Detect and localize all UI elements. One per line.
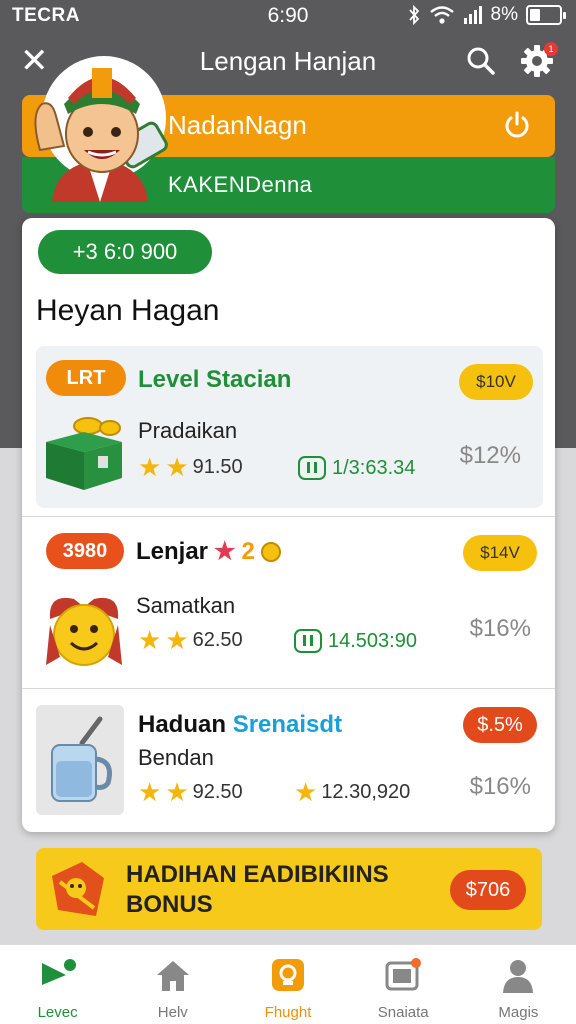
- battery-percent: 8%: [490, 4, 518, 25]
- tab-magis[interactable]: Magis: [461, 945, 576, 1024]
- meta-value: 12.30,920: [321, 780, 411, 803]
- bonus-line2: BONUS: [126, 891, 213, 918]
- meta-value: 14.503:90: [328, 629, 417, 652]
- mug-icon: [51, 716, 112, 802]
- bonus-banner[interactable]: HADIHAN EADIBIKIINS BONUS $706: [36, 848, 542, 930]
- signal-icon: [463, 6, 482, 24]
- rating-value: 62.50: [192, 628, 243, 651]
- settings-button[interactable]: 1: [518, 42, 558, 80]
- star-icon: ★: [165, 777, 189, 807]
- item-meta: 1/3:63.34: [298, 456, 415, 480]
- item-title-accent: Srenaisdt: [232, 711, 343, 738]
- tab-helv[interactable]: Helv: [115, 945, 230, 1024]
- coin-icon: [260, 541, 281, 562]
- profile-icon: [503, 960, 534, 993]
- item-meta: ★ 12.30,920: [294, 779, 410, 805]
- notification-dot: 1: [544, 42, 558, 56]
- bonus-text: HADIHAN EADIBIKIINS BONUS: [126, 860, 389, 920]
- banner-bottom-text: KAKENDenna: [168, 172, 313, 197]
- home-icon: [156, 961, 189, 991]
- bluetooth-icon: [408, 5, 419, 25]
- item-title: Haduan Srenaisdt: [138, 711, 342, 739]
- item-title-suffix: 2: [241, 537, 255, 565]
- item-rating: ★ ★ 62.50: [138, 627, 243, 653]
- star-icon: ★: [165, 452, 189, 482]
- tab-snaiata[interactable]: Snaiata: [346, 945, 461, 1024]
- item-rating: ★ ★ 92.50: [138, 779, 243, 805]
- item-percent: $16%: [469, 615, 531, 642]
- tab-label: Magis: [498, 1004, 539, 1021]
- rating-value: 91.50: [192, 455, 243, 478]
- list-item[interactable]: Haduan Srenaisdt $.5% Bendan ★ ★ 92.50 ★…: [22, 688, 555, 832]
- gift-ribbon-icon: [52, 862, 104, 916]
- reward-card: +3 6:0 900 Heyan Hagan LRT Level Stacian…: [22, 218, 555, 832]
- star-icon: ★: [165, 625, 189, 655]
- flag-icon: [41, 959, 76, 991]
- star-icon: ★: [138, 625, 162, 655]
- tab-fhught[interactable]: Fhught: [230, 945, 345, 1024]
- star-icon: ★: [138, 452, 162, 482]
- smiley-gift-icon: [46, 597, 122, 666]
- card-heading: Heyan Hagan: [36, 294, 220, 327]
- item-title: Lenjar ★ 2: [136, 537, 281, 566]
- item-subtitle: Samatkan: [136, 593, 236, 618]
- wifi-icon: [429, 6, 454, 24]
- bonus-amount[interactable]: $706: [450, 870, 526, 910]
- item-price[interactable]: $.5%: [463, 707, 537, 743]
- item-percent: $16%: [469, 773, 531, 800]
- treasure-chest-icon: [46, 417, 122, 490]
- tab-label: Snaiata: [377, 1004, 429, 1021]
- mascot-avatar: [34, 56, 168, 202]
- bottom-nav: Levec Helv Fhught Snaiata Magis: [0, 944, 576, 1024]
- status-icons: 8%: [407, 4, 566, 26]
- star-icon: ★: [214, 538, 236, 565]
- search-icon[interactable]: [466, 46, 496, 76]
- rating-value: 92.50: [192, 780, 243, 803]
- power-icon[interactable]: [501, 109, 533, 141]
- ticket-icon: [294, 629, 322, 653]
- item-title-text: Lenjar: [136, 537, 209, 565]
- list-item[interactable]: LRT Level Stacian $10V Pradaikan ★ ★ 91.…: [36, 346, 543, 508]
- star-icon: ★: [294, 777, 318, 807]
- item-subtitle: Pradaikan: [138, 418, 238, 443]
- tab-label: Helv: [157, 1004, 188, 1021]
- item-price[interactable]: $14V: [463, 535, 537, 571]
- item-subtitle: Bendan: [138, 745, 214, 770]
- tab-label: Levec: [37, 1004, 78, 1021]
- list-item[interactable]: 3980 Lenjar ★ 2 $14V Samatkan ★ ★ 62.50 …: [22, 516, 555, 686]
- item-meta: 14.503:90: [294, 629, 417, 653]
- item-badge: LRT: [46, 360, 126, 396]
- item-rating: ★ ★ 91.50: [138, 454, 243, 480]
- status-bar: TECRA 6:90 8%: [0, 0, 576, 32]
- game-icon: [272, 959, 304, 991]
- balance-pill[interactable]: +3 6:0 900: [38, 230, 212, 274]
- meta-value: 1/3:63.34: [332, 456, 416, 479]
- item-badge: 3980: [46, 533, 124, 569]
- bonus-line1: HADIHAN EADIBIKIINS: [126, 861, 389, 888]
- item-title-text: Haduan: [138, 711, 227, 738]
- ticket-icon: [298, 456, 326, 480]
- item-percent: $12%: [459, 442, 521, 469]
- item-title: Level Stacian: [138, 366, 292, 393]
- battery-icon: [526, 5, 566, 25]
- tab-levec[interactable]: Levec: [0, 945, 115, 1024]
- tab-label: Fhught: [264, 1004, 312, 1021]
- item-price[interactable]: $10V: [459, 364, 533, 400]
- banner-top-text: NadanNagn: [168, 110, 307, 140]
- item-thumbnail: [36, 705, 124, 815]
- star-icon: ★: [138, 777, 162, 807]
- media-icon: [385, 958, 422, 991]
